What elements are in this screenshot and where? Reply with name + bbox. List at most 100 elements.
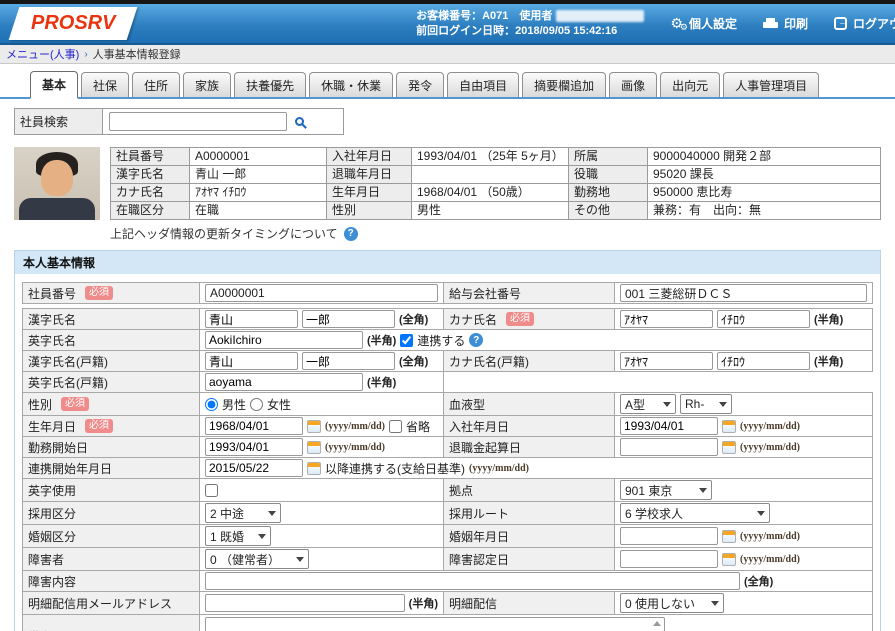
calendar-icon[interactable] <box>722 420 736 433</box>
location-select[interactable]: 901 東京 <box>620 480 712 500</box>
summary-value: ｱｵﾔﾏ ｲﾁﾛｳ <box>189 183 327 202</box>
logout-button[interactable]: ログアウト <box>834 15 895 32</box>
calendar-icon[interactable] <box>722 553 736 566</box>
english-use-checkbox[interactable] <box>205 484 218 497</box>
summary-label: 所属 <box>568 147 648 166</box>
app-header: PROSRV お客様番号：A071 使用者 前回ログイン日時：2018/09/0… <box>0 4 895 45</box>
form-row-remarks: 備考 (全角/半角) <box>22 614 873 631</box>
hire-route-select[interactable]: 6 学校求人 <box>620 503 770 523</box>
logo-parallelogram: PROSRV <box>9 7 138 40</box>
calendar-icon[interactable] <box>722 441 736 454</box>
hire-date-input[interactable] <box>620 417 718 435</box>
disability-detail-input[interactable] <box>205 572 740 590</box>
english-name-koseki-input[interactable] <box>205 373 363 391</box>
summary-value: 9000040000 開発２部 <box>647 147 881 166</box>
remarks-textarea[interactable] <box>206 618 650 631</box>
english-name-label-cell: 英字氏名 <box>22 329 200 351</box>
hire-date-label: 入社年月日 <box>449 418 509 435</box>
search-icon[interactable] <box>295 117 304 126</box>
tab-free-items[interactable]: 自由項目 <box>447 72 519 97</box>
help-icon[interactable] <box>469 333 483 347</box>
birth-date-label: 生年月日 <box>28 418 76 435</box>
statement-delivery-select[interactable]: 0 使用しない <box>620 593 724 613</box>
calendar-icon[interactable] <box>722 530 736 543</box>
summary-row: カナ氏名 ｱｵﾔﾏ ｲﾁﾛｳ 生年月日 1968/04/01 （50歳） 勤務地… <box>110 183 881 202</box>
remarks-textarea-box <box>205 617 665 631</box>
date-format-note: (yyyy/mm/dd) <box>325 421 385 432</box>
birth-date-omit-checkbox[interactable] <box>389 420 402 433</box>
form-row-birth-date: 生年月日 必須 (yyyy/mm/dd) 省略 入社年月日 (yyyy/mm/d… <box>22 415 873 437</box>
employee-no-label: 社員番号 <box>28 285 76 302</box>
marriage-date-input[interactable] <box>620 527 718 545</box>
kanji-first-name-koseki-input[interactable] <box>302 352 395 370</box>
marriage-type-value: 1 既婚 <box>210 528 252 545</box>
required-badge: 必須 <box>61 397 89 411</box>
tab-summary-add[interactable]: 摘要欄追加 <box>522 72 606 97</box>
statement-email-label: 明細配信用メールアドレス <box>28 595 172 612</box>
kanji-name-koseki-label-cell: 漢字氏名(戸籍) <box>22 350 200 372</box>
kana-last-name-koseki-input[interactable] <box>620 352 713 370</box>
tab-secondment-source[interactable]: 出向元 <box>660 72 720 97</box>
form-row-english-use: 英字使用 拠点 901 東京 <box>22 478 873 502</box>
tab-dependent-priority[interactable]: 扶養優先 <box>234 72 306 97</box>
scroll-up-icon[interactable] <box>653 621 661 626</box>
birth-date-omit-label: 省略 <box>406 418 430 435</box>
remarks-cell: (全角/半角) <box>199 614 873 631</box>
disability-detail-label: 障害内容 <box>28 573 76 590</box>
link-start-date-input[interactable] <box>205 459 303 477</box>
calendar-icon[interactable] <box>307 462 321 475</box>
form-row-disability-detail: 障害内容 (全角) <box>22 570 873 592</box>
kanji-name-koseki-label: 漢字氏名(戸籍) <box>28 353 108 370</box>
tab-social-insurance[interactable]: 社保 <box>81 72 129 97</box>
remarks-scrollbar[interactable] <box>650 618 664 631</box>
tab-basic[interactable]: 基本 <box>30 71 78 99</box>
tab-leave[interactable]: 休職・休業 <box>309 72 393 97</box>
disability-cert-date-input[interactable] <box>620 550 718 568</box>
employee-search-input[interactable] <box>109 112 287 131</box>
marriage-type-select[interactable]: 1 既婚 <box>205 526 271 546</box>
blood-type-label: 血液型 <box>449 396 485 413</box>
statement-email-input[interactable] <box>205 594 405 612</box>
kana-first-name-input[interactable] <box>717 310 810 328</box>
blood-type-select[interactable]: A型 <box>620 394 676 414</box>
help-icon[interactable] <box>344 227 358 241</box>
tab-address[interactable]: 住所 <box>132 72 180 97</box>
disability-select[interactable]: 0 （健常者） <box>205 549 309 569</box>
severance-base-date-label-cell: 退職金起算日 <box>443 436 615 458</box>
header-update-note-text: 上記ヘッダ情報の更新タイミングについて <box>110 225 338 242</box>
date-format-note: (yyyy/mm/dd) <box>469 463 529 474</box>
kana-last-name-input[interactable] <box>620 310 713 328</box>
personal-settings-button[interactable]: ⚙ 個人設定 <box>670 15 737 32</box>
english-name-input[interactable] <box>205 331 363 349</box>
severance-base-date-input[interactable] <box>620 438 718 456</box>
kana-name-koseki-label: カナ氏名(戸籍) <box>449 353 529 370</box>
payroll-company-label-cell: 給与会社番号 <box>443 282 615 304</box>
tab-hr-management-items[interactable]: 人事管理項目 <box>723 72 819 97</box>
calendar-icon[interactable] <box>307 420 321 433</box>
kana-first-name-koseki-input[interactable] <box>717 352 810 370</box>
kanji-first-name-input[interactable] <box>302 310 395 328</box>
kana-name-label: カナ氏名 <box>449 311 497 328</box>
birth-date-input[interactable] <box>205 417 303 435</box>
employee-no-label-cell: 社員番号 必須 <box>22 282 200 304</box>
hire-date-label-cell: 入社年月日 <box>443 415 615 437</box>
breadcrumb-menu-link[interactable]: メニュー(人事) <box>6 46 79 62</box>
kanji-last-name-input[interactable] <box>205 310 298 328</box>
gender-female-radio[interactable] <box>250 398 263 411</box>
work-start-date-input[interactable] <box>205 438 303 456</box>
hire-type-select[interactable]: 2 中途 <box>205 503 281 523</box>
rh-select[interactable]: Rh- <box>680 394 732 414</box>
tab-image[interactable]: 画像 <box>609 72 657 97</box>
redacted-username <box>556 10 644 22</box>
gender-female-label: 女性 <box>267 396 291 413</box>
calendar-icon[interactable] <box>307 441 321 454</box>
summary-value: 男性 <box>411 201 569 220</box>
tab-appointment[interactable]: 発令 <box>396 72 444 97</box>
employee-search-field <box>103 109 343 134</box>
link-checkbox[interactable] <box>400 334 413 347</box>
blood-type-value: A型 <box>625 396 653 413</box>
tab-family[interactable]: 家族 <box>183 72 231 97</box>
gender-male-radio[interactable] <box>205 398 218 411</box>
kanji-last-name-koseki-input[interactable] <box>205 352 298 370</box>
print-button[interactable]: 印刷 <box>763 15 808 32</box>
